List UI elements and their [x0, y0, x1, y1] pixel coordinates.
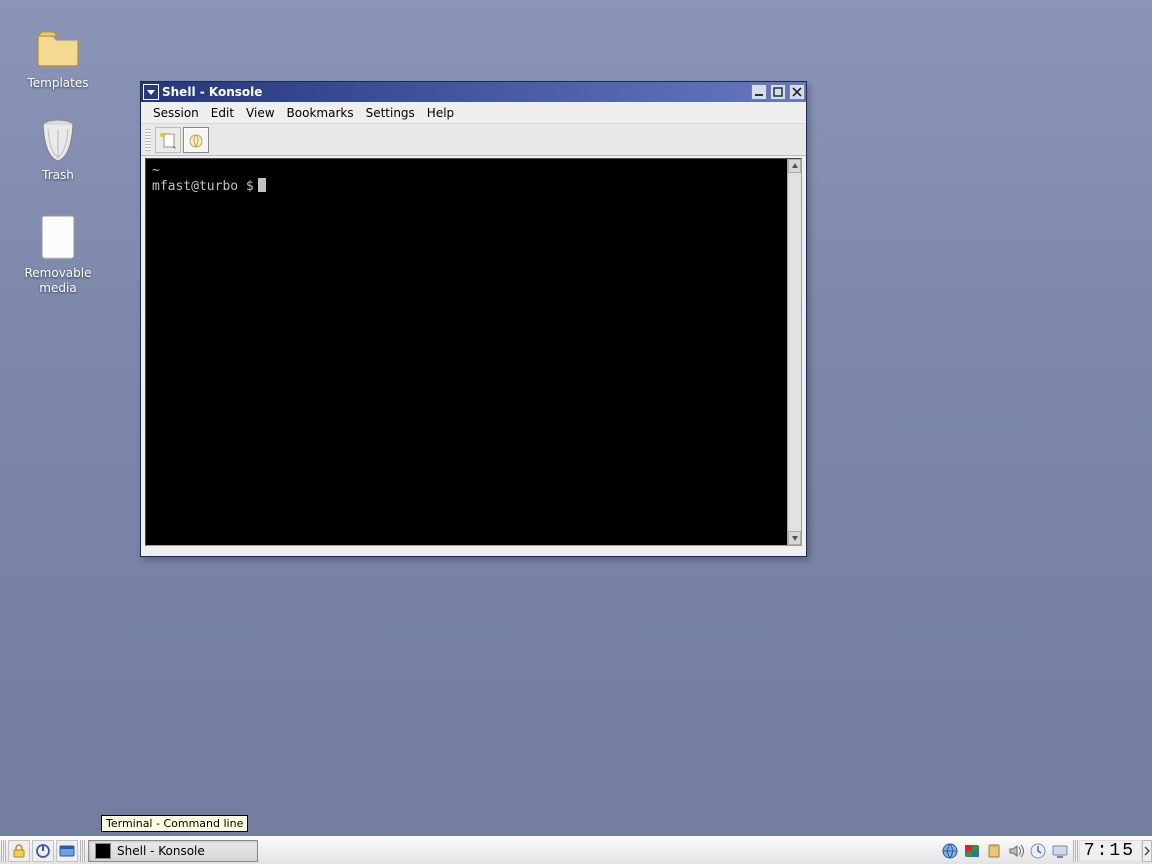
menu-view[interactable]: View: [240, 104, 280, 122]
removable-media-icon: [34, 214, 82, 262]
logout-button[interactable]: [32, 840, 54, 862]
desktop-icon-label: Trash: [8, 168, 108, 183]
tray-organizer-icon[interactable]: [1028, 841, 1048, 861]
window-titlebar[interactable]: Shell - Konsole: [141, 82, 806, 102]
clock-colon: :: [1097, 841, 1110, 861]
terminal-icon: [95, 843, 111, 859]
panel-handle[interactable]: [1, 840, 6, 862]
desktop-icon-templates[interactable]: Templates: [8, 24, 108, 91]
task-button-label: Shell - Konsole: [117, 844, 205, 858]
window-konsole: Shell - Konsole Session Edit View Bookma…: [140, 81, 807, 557]
tray-network-icon[interactable]: [940, 841, 960, 861]
terminal[interactable]: ~ mfast@turbo $: [146, 159, 787, 545]
menu-edit[interactable]: Edit: [205, 104, 240, 122]
tray-display-icon[interactable]: [1050, 841, 1070, 861]
panel-handle[interactable]: [80, 840, 85, 862]
panel-hide-button[interactable]: [1142, 840, 1152, 862]
terminal-prompt: mfast@turbo $: [152, 178, 781, 194]
panel: Shell - Konsole 7 : 15: [0, 836, 1152, 864]
tray-clipboard-icon[interactable]: [984, 841, 1004, 861]
scroll-up-icon[interactable]: [788, 159, 801, 173]
trash-icon: [34, 116, 82, 164]
desktop-icon-removable-media[interactable]: Removable media: [8, 214, 108, 296]
clock-hour: 7: [1084, 841, 1097, 861]
desktop-icon-label: Templates: [8, 76, 108, 91]
window-menu-button[interactable]: [143, 84, 159, 100]
menu-help[interactable]: Help: [421, 104, 460, 122]
scroll-down-icon[interactable]: [788, 531, 801, 545]
desktop-icon-trash[interactable]: Trash: [8, 116, 108, 183]
scrollbar-vertical[interactable]: [787, 159, 801, 545]
tray-updates-icon[interactable]: [962, 841, 982, 861]
maximize-button[interactable]: [770, 84, 786, 100]
tray-volume-icon[interactable]: [1006, 841, 1026, 861]
task-button-konsole[interactable]: Shell - Konsole: [88, 840, 258, 862]
show-desktop-button[interactable]: [56, 840, 78, 862]
desktop-icon-label: Removable media: [8, 266, 108, 296]
menu-bookmarks[interactable]: Bookmarks: [281, 104, 360, 122]
clock[interactable]: 7 : 15: [1079, 840, 1142, 862]
tooltip: Terminal - Command line: [101, 815, 248, 832]
window-title: Shell - Konsole: [161, 85, 749, 99]
menu-session[interactable]: Session: [147, 104, 205, 122]
terminal-cursor: [258, 178, 266, 192]
folder-icon: [34, 24, 82, 72]
system-tray: [938, 838, 1072, 864]
minimize-button[interactable]: [751, 84, 767, 100]
menubar: Session Edit View Bookmarks Settings Hel…: [141, 102, 806, 124]
menu-settings[interactable]: Settings: [360, 104, 421, 122]
clock-minute: 15: [1109, 841, 1135, 861]
toolbar-shell-button[interactable]: [183, 127, 209, 153]
close-button[interactable]: [789, 84, 805, 100]
terminal-area: ~ mfast@turbo $: [145, 158, 802, 546]
toolbar-new-session-button[interactable]: [155, 127, 181, 153]
lock-screen-button[interactable]: [8, 840, 30, 862]
toolbar-grip[interactable]: [145, 129, 151, 151]
panel-handle[interactable]: [1073, 840, 1078, 862]
scrollbar-track[interactable]: [788, 173, 801, 531]
terminal-line: ~: [152, 163, 781, 178]
toolbar: [141, 124, 806, 156]
